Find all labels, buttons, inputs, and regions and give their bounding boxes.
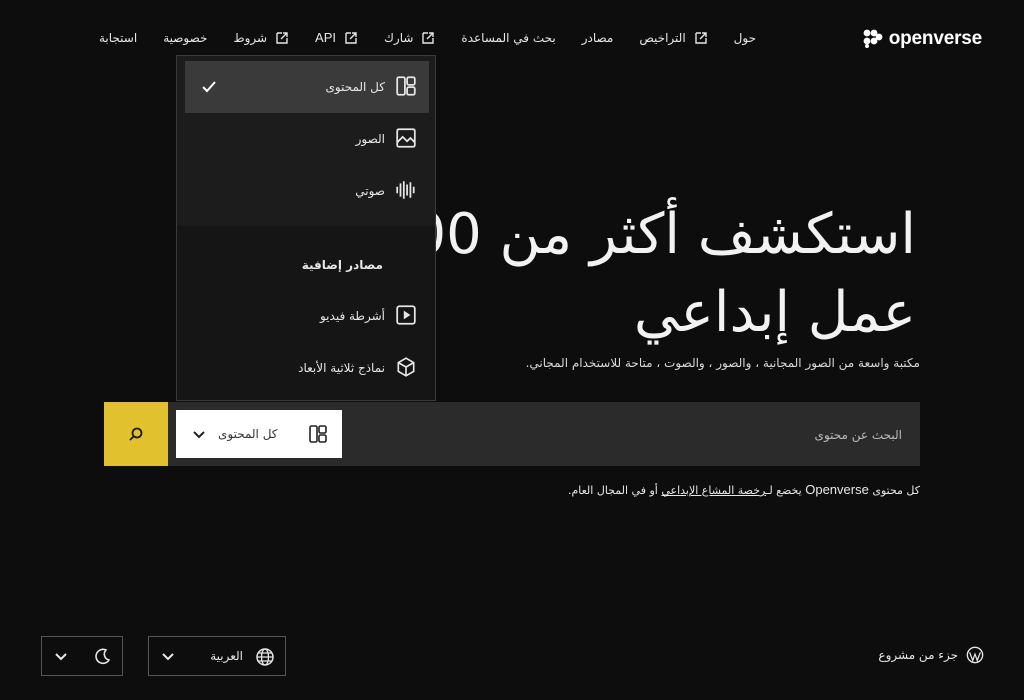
search-bar: كل المحتوى [104, 402, 920, 468]
moon-icon [95, 648, 111, 665]
chevron-down-icon [193, 431, 205, 439]
license-note-suffix: أو في المجال العام. [567, 484, 658, 497]
nav-item-label: التراخيص [639, 30, 686, 45]
dropdown-item-all-content[interactable]: كل المحتوى [185, 61, 429, 113]
dropdown-item-audio[interactable]: صوتي [185, 165, 429, 217]
all-content-icon [396, 76, 416, 96]
all-content-icon [309, 425, 327, 443]
chevron-down-icon [55, 653, 67, 661]
site-header: openverse حول التراخيص مصادر بحث في المس… [0, 0, 1024, 80]
cc-license-link[interactable]: رخصة المشاع الإبداعي [661, 484, 766, 497]
external-link-icon [694, 31, 707, 44]
content-type-dropdown: كل المحتوى الصور صوتي مصادر إضافية أشرطة… [176, 55, 436, 401]
nav-item-licenses[interactable]: التراخيص [639, 31, 707, 45]
license-note: كل محتوى Openverse يخضع لـرخصة المشاع ال… [568, 482, 920, 497]
license-note-brand: Openverse [805, 482, 869, 497]
openverse-logo[interactable]: openverse [863, 28, 982, 50]
external-link-icon [422, 31, 435, 44]
cube-icon [397, 357, 415, 377]
wordpress-part-of[interactable]: جزء من مشروع [878, 646, 984, 664]
external-link-icon [345, 31, 357, 44]
nav-item-label: مصادر [581, 30, 614, 45]
search-icon [129, 427, 143, 441]
license-note-prefix: كل محتوى [872, 484, 920, 497]
chevron-down-icon [162, 653, 174, 661]
nav-item-about[interactable]: حول [734, 31, 756, 45]
nav-item-api[interactable]: API [315, 30, 358, 45]
nav-item-feedback[interactable]: استجابة [99, 31, 137, 45]
language-label: العربية [210, 649, 243, 663]
audio-icon [396, 181, 415, 199]
openverse-logo-icon [863, 29, 883, 48]
dropdown-item-videos[interactable]: أشرطة فيديو [185, 290, 429, 342]
dropdown-item-3d-models[interactable]: نماذج ثلاثية الأبعاد [185, 342, 429, 394]
nav-item-label: شروط [233, 30, 268, 45]
video-icon [396, 305, 416, 325]
nav-item-label: شارك [384, 30, 414, 45]
dropdown-item-label: كل المحتوى [325, 80, 385, 94]
nav-item-terms[interactable]: شروط [233, 31, 289, 45]
image-icon [396, 128, 416, 148]
nav-item-sources[interactable]: مصادر [582, 31, 614, 45]
dropdown-item-images[interactable]: الصور [185, 113, 429, 165]
nav-item-privacy[interactable]: خصوصية [163, 31, 207, 45]
nav-item-search-help[interactable]: بحث في المساعدة [461, 31, 555, 45]
nav-item-label: استجابة [99, 30, 138, 45]
content-type-label: كل المحتوى [218, 427, 278, 441]
search-button[interactable] [104, 402, 168, 466]
additional-sources-heading: مصادر إضافية [301, 258, 383, 272]
nav-item-label: API [315, 30, 337, 45]
nav-item-label: حول [733, 30, 756, 45]
license-note-middle: يخضع لـ [766, 484, 802, 497]
nav-item-label: خصوصية [163, 30, 208, 45]
nav-item-label: بحث في المساعدة [461, 30, 556, 45]
content-type-select[interactable]: كل المحتوى [176, 410, 342, 458]
external-link-icon [276, 31, 288, 44]
dropdown-item-label: صوتي [355, 184, 385, 198]
part-of-label: جزء من مشروع [878, 648, 958, 662]
dropdown-item-label: نماذج ثلاثية الأبعاد [298, 361, 385, 375]
hero-subtitle: مكتبة واسعة من الصور المجانية ، والصور ،… [525, 356, 920, 370]
logo-text: openverse [888, 28, 982, 49]
main-nav: حول التراخيص مصادر بحث في المساعدة شارك … [73, 30, 756, 45]
wordpress-icon [966, 646, 984, 664]
nav-item-contribute[interactable]: شارك [384, 31, 435, 45]
dropdown-item-label: الصور [355, 132, 385, 146]
check-icon [202, 81, 216, 93]
search-input[interactable] [360, 402, 904, 468]
globe-icon [256, 648, 274, 666]
language-select[interactable]: العربية [148, 636, 286, 676]
theme-select[interactable] [41, 636, 123, 676]
dropdown-item-label: أشرطة فيديو [319, 309, 385, 323]
